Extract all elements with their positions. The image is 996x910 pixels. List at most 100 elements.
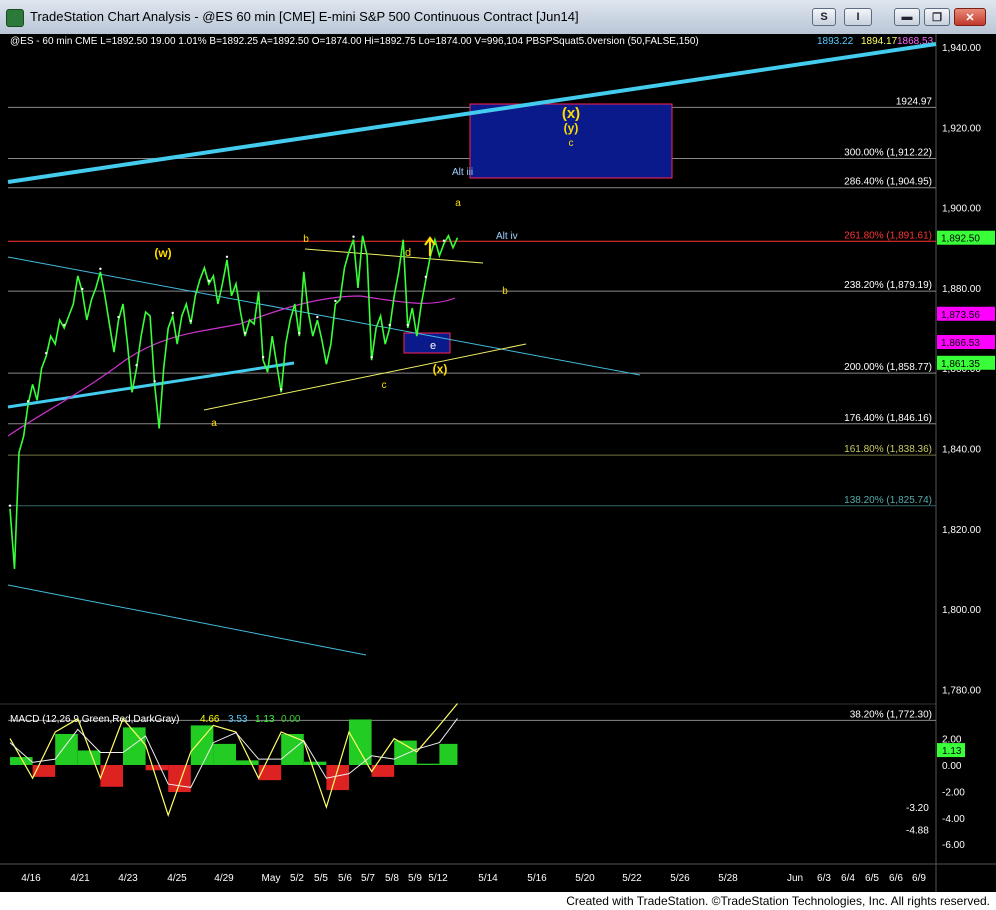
macd-value-1: 4.66 — [200, 714, 220, 725]
level-label: 200.00% (1,858.77) — [844, 362, 932, 373]
i-button[interactable]: I — [844, 8, 872, 26]
date-tick: 6/4 — [841, 873, 855, 884]
price-point — [81, 287, 84, 291]
app-icon — [6, 9, 24, 27]
level-label: 261.80% (1,891.61) — [844, 230, 932, 241]
price-point — [8, 504, 12, 507]
macd-tick: 0.00 — [942, 761, 962, 772]
date-tick: 5/28 — [718, 873, 738, 884]
price-tick: 1,820.00 — [942, 525, 981, 536]
macd-tick: -6.00 — [942, 840, 965, 851]
macd-tag-bg — [937, 800, 965, 815]
wave-label-x-low: (x) — [433, 362, 448, 376]
wave-label-e: e — [430, 340, 436, 352]
date-tick: 5/5 — [314, 873, 328, 884]
price-chart[interactable]: @ES - 60 min CME L=1892.50 19.00 1.01% B… — [0, 34, 996, 892]
wave-label-a-low: a — [211, 418, 217, 429]
chart-area[interactable]: @ES - 60 min CME L=1892.50 19.00 1.01% B… — [0, 34, 996, 892]
price-point — [99, 267, 102, 271]
date-tick: 5/9 — [408, 873, 422, 884]
alt-iii-label: Alt iii — [452, 167, 473, 178]
moving-average-line — [7, 295, 456, 437]
macd-bar — [303, 761, 327, 765]
copyright-text: Created with TradeStation. ©TradeStation… — [566, 894, 990, 908]
window-title: TradeStation Chart Analysis - @ES 60 min… — [30, 9, 579, 24]
price-tag-text: 1,873.56 — [941, 310, 980, 321]
level-label: 1924.97 — [896, 96, 933, 107]
wave-label-c-low: c — [382, 380, 387, 391]
price-point — [117, 315, 120, 319]
macd-bar — [439, 743, 458, 765]
price-point — [388, 323, 391, 327]
tradestation-window: TradeStation Chart Analysis - @ES 60 min… — [0, 0, 996, 910]
date-tick: 5/20 — [575, 873, 595, 884]
price-point — [63, 323, 66, 327]
trend-line-yellow-upper — [304, 248, 484, 264]
price-point — [298, 331, 301, 335]
macd-value-2: 3.53 — [228, 714, 248, 725]
alt-iv-label: Alt iv — [496, 231, 518, 242]
date-tick: Jun — [787, 873, 803, 884]
level-label: 238.20% (1,879.19) — [844, 280, 932, 291]
price-tick: 1,880.00 — [942, 284, 981, 295]
price-tag-text: 1,861.35 — [941, 359, 980, 370]
macd-bar — [416, 763, 440, 765]
macd-bar — [168, 765, 191, 793]
price-point — [225, 255, 229, 258]
macd-label: MACD (12,26,9,Green,Red,DarkGray) — [10, 714, 180, 725]
trend-line-yellow-lower — [203, 343, 527, 411]
date-tick: 4/16 — [21, 873, 41, 884]
minimize-button[interactable]: ▬ — [894, 8, 920, 26]
footer: Created with TradeStation. ©TradeStation… — [0, 892, 996, 910]
price-point — [280, 388, 283, 391]
price-point — [406, 323, 409, 327]
wave-label-w: (w) — [154, 246, 171, 260]
wave-label-b-left: b — [303, 234, 309, 245]
date-tick: 5/8 — [385, 873, 399, 884]
target-box-lower — [403, 332, 451, 354]
trend-line-channel-top — [7, 256, 641, 376]
macd-value-4: 0.00 — [281, 714, 301, 725]
date-tick: 4/29 — [214, 873, 234, 884]
level-label: 161.80% (1,838.36) — [844, 444, 932, 455]
price-series-line — [9, 233, 459, 569]
date-tick: 5/16 — [527, 873, 547, 884]
title-bar[interactable]: TradeStation Chart Analysis - @ES 60 min… — [0, 0, 996, 35]
macd-bar — [77, 750, 101, 765]
price-tag-text: 1,892.50 — [941, 234, 980, 245]
date-axis: 4/16 4/21 4/23 4/25 4/29 May 5/2 5/5 5/6… — [21, 873, 926, 884]
price-point — [370, 355, 373, 359]
level-label: 138.20% (1,825.74) — [844, 495, 932, 506]
level-label: 38.20% (1,772.30) — [850, 709, 932, 720]
price-point — [442, 239, 446, 242]
macd-bar — [236, 760, 259, 765]
price-point — [243, 331, 247, 335]
date-tick: 5/2 — [290, 873, 304, 884]
macd-bar — [213, 743, 236, 765]
price-tick: 1,920.00 — [942, 123, 981, 134]
wave-label-d: d — [405, 247, 411, 259]
restore-button[interactable]: ❐ — [924, 8, 950, 26]
price-point — [334, 299, 337, 303]
s-button[interactable]: S — [812, 8, 836, 26]
wave-label-x-cap: (x) — [562, 105, 580, 122]
date-tick: 4/21 — [70, 873, 90, 884]
price-point — [352, 235, 355, 238]
level-label: 300.00% (1,912.22) — [844, 148, 932, 159]
price-point — [316, 315, 319, 319]
date-tick: 5/14 — [478, 873, 498, 884]
macd-bar — [123, 727, 146, 765]
date-tick: 4/25 — [167, 873, 187, 884]
price-point — [171, 311, 174, 315]
price-point — [135, 364, 138, 367]
fib-levels: 1924.97 300.00% (1,912.22) 286.40% (1,90… — [8, 96, 936, 721]
wave-label-b-right: b — [502, 286, 508, 297]
macd-tag-text: 1.13 — [942, 746, 962, 757]
date-tick: 6/9 — [912, 873, 926, 884]
level-label: 286.40% (1,904.95) — [844, 177, 932, 188]
price-tick: 1,800.00 — [942, 605, 981, 616]
close-button[interactable]: ✕ — [954, 8, 986, 26]
macd-tag-text: -4.88 — [906, 825, 929, 836]
price-tick: 1,840.00 — [942, 445, 981, 456]
date-tick: May — [262, 873, 281, 884]
